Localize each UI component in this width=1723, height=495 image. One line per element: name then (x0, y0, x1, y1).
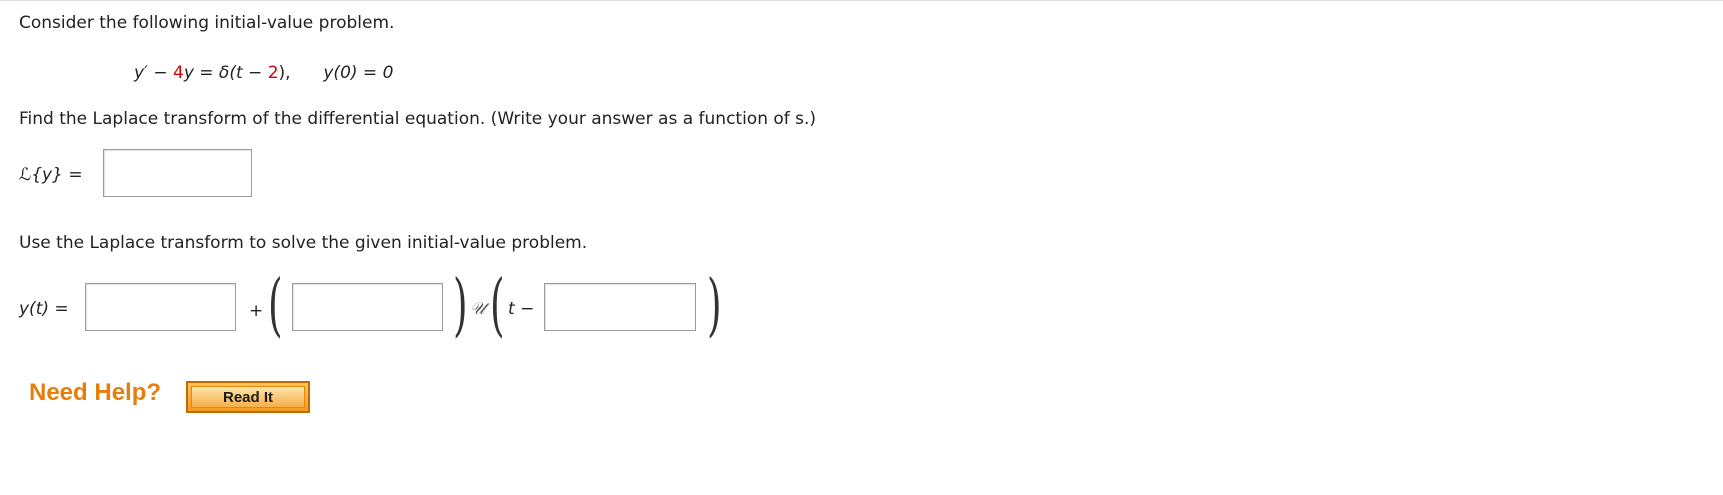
eq-shift: 2 (267, 63, 279, 83)
eq-close: ), (278, 63, 291, 83)
problem-intro: Consider the following initial-value pro… (19, 13, 395, 33)
read-it-button[interactable]: Read It (186, 381, 310, 413)
unit-step-symbol: 𝒰 (470, 299, 486, 319)
differential-equation: y′ − 4y = δ(t − 2), y(0) = 0 (134, 62, 393, 84)
part2-instruction: Use the Laplace transform to solve the g… (19, 233, 588, 253)
part1-instruction: Find the Laplace transform of the differ… (19, 109, 817, 129)
laplace-answer-input[interactable] (103, 149, 252, 197)
plus-sign: + (249, 301, 264, 321)
top-divider (0, 0, 1723, 1)
left-paren: ( (268, 266, 283, 345)
right-paren: ) (453, 266, 468, 345)
left-paren-shift: ( (490, 266, 505, 345)
solution-label: y(t) = (19, 299, 69, 319)
laplace-label: ℒ{y} = (19, 165, 83, 185)
initial-condition: y(0) = 0 (323, 63, 394, 83)
eq-lhs-prefix: y′ − (134, 63, 173, 83)
need-help-label: Need Help? (29, 379, 162, 406)
solution-shift-input[interactable] (544, 283, 696, 331)
eq-coefficient: 4 (172, 63, 184, 83)
solution-term1-input[interactable] (85, 283, 236, 331)
eq-lhs-suffix: y = δ(t − (183, 63, 268, 83)
t-minus: t − (508, 299, 535, 319)
right-paren-shift: ) (707, 266, 722, 345)
read-it-label: Read It (191, 386, 305, 408)
solution-coefficient-input[interactable] (292, 283, 443, 331)
